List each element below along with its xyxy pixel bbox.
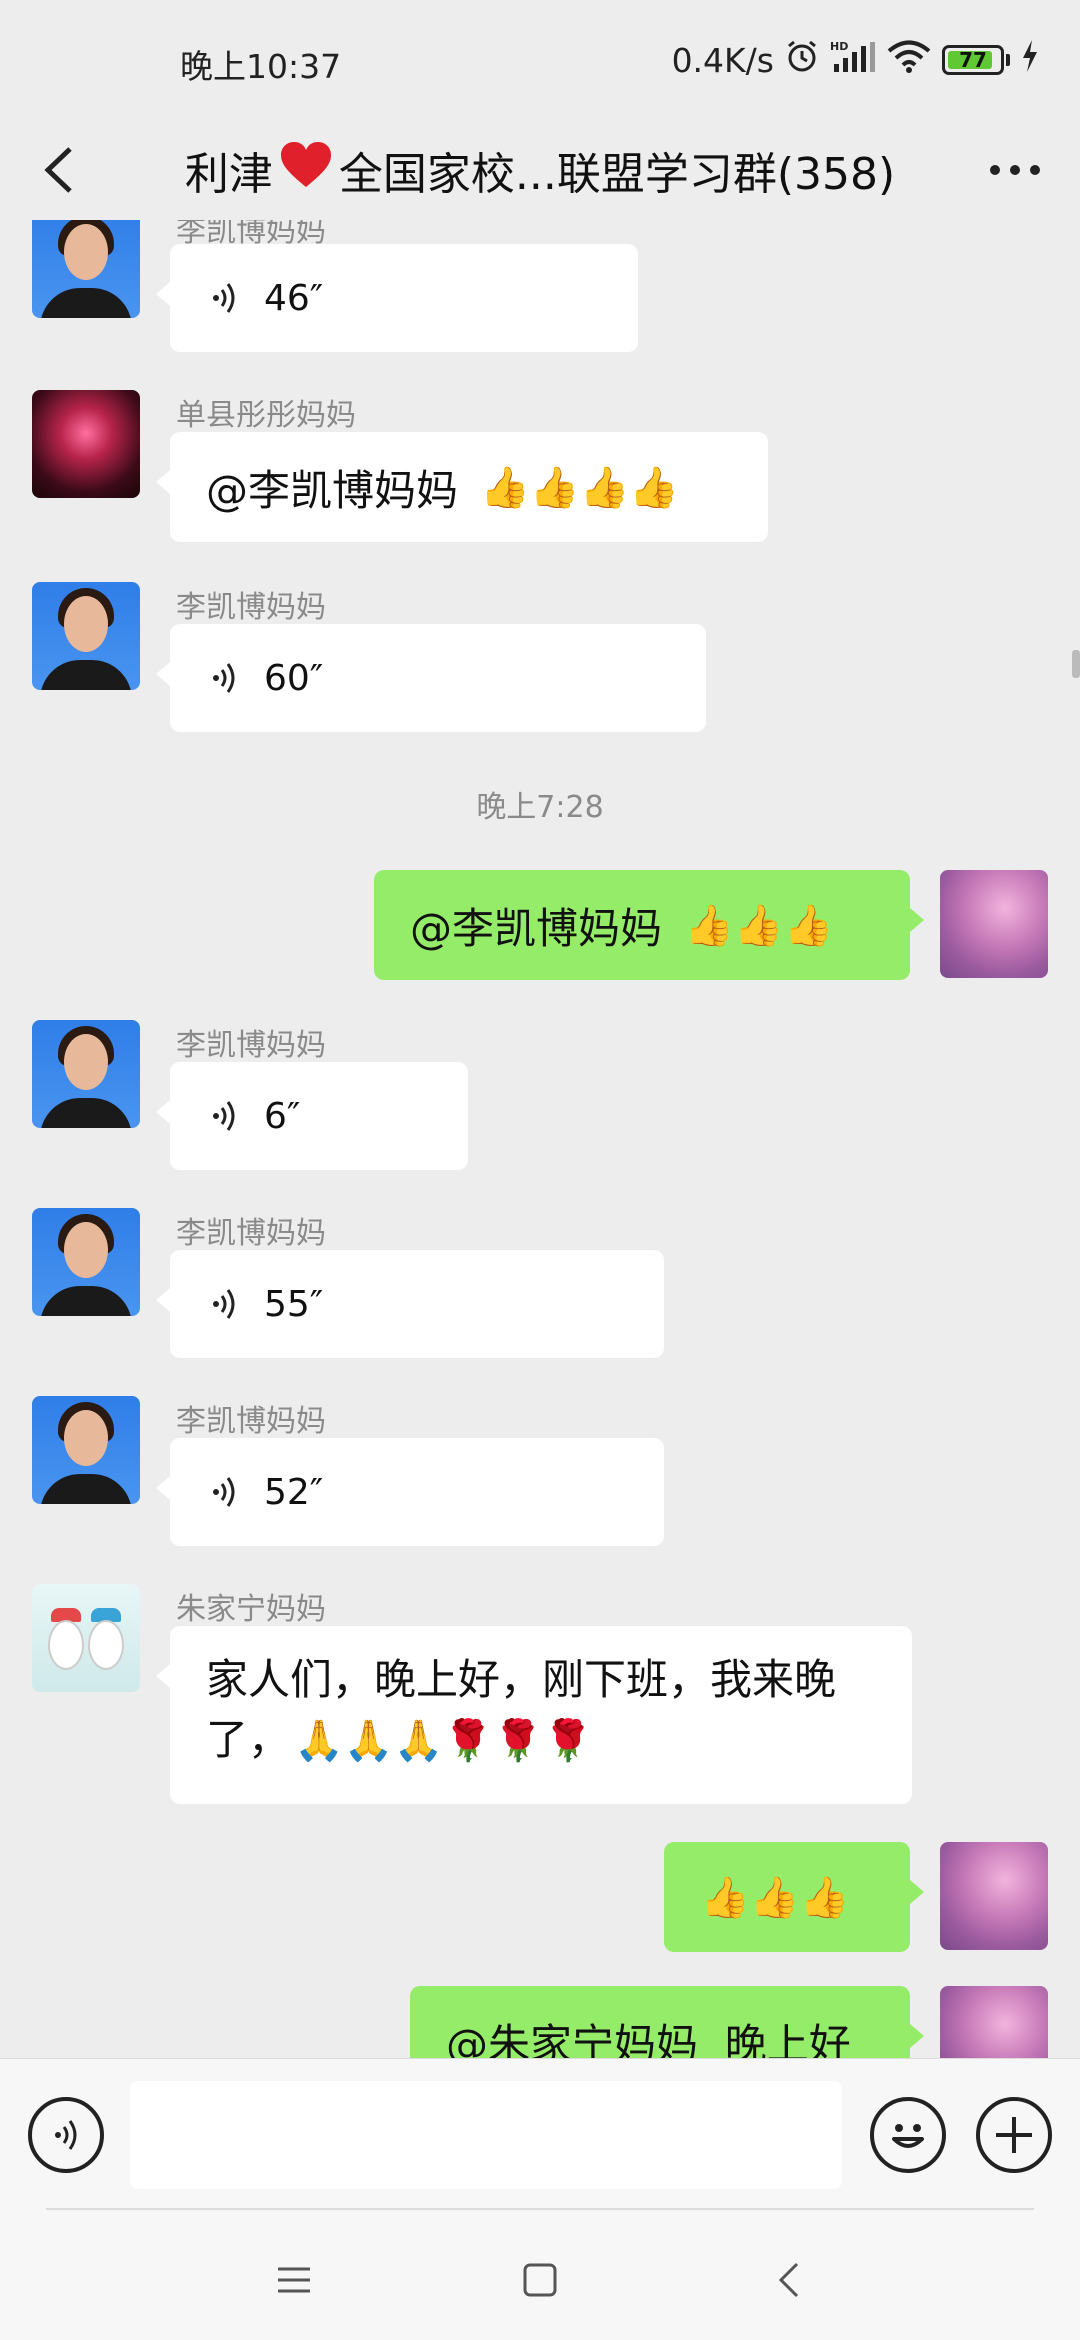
voice-message-bubble[interactable]: 46″	[156, 244, 638, 352]
svg-text:HD: HD	[830, 40, 848, 53]
message-text: @李凯博妈妈	[206, 465, 459, 515]
add-button[interactable]	[976, 2097, 1052, 2173]
battery-level: 77	[959, 48, 987, 72]
chat-message-list[interactable]: 李凯博妈妈 46″ 单县彤彤妈妈 @李凯博妈妈 👍👍👍👍 李凯博妈妈 60″ 晚…	[0, 220, 1080, 2058]
voice-duration: 6″	[264, 1095, 301, 1137]
avatar[interactable]	[940, 1842, 1048, 1950]
sender-name: 单县彤彤妈妈	[176, 398, 356, 433]
emoji-button[interactable]	[870, 2097, 946, 2173]
sender-name: 朱家宁妈妈	[176, 1592, 326, 1627]
message-item: 李凯博妈妈 52″	[0, 1386, 1080, 1566]
plus-icon	[996, 2117, 1032, 2153]
system-back-icon	[778, 2262, 799, 2298]
voice-duration: 46″	[264, 277, 324, 319]
avatar[interactable]	[32, 390, 140, 498]
thumbs-up-emoji: 👍👍👍	[700, 1874, 850, 1921]
voice-message-bubble[interactable]: 52″	[156, 1438, 664, 1546]
message-item: 李凯博妈妈 55″	[0, 1198, 1080, 1378]
charging-icon	[1020, 38, 1040, 82]
message-text-line: 家人们，晚上好，刚下班，我来晚	[206, 1655, 837, 1704]
chat-header: 利津 全国家校...联盟学习群(358)	[0, 120, 1080, 220]
status-time: 晚上10:37	[180, 47, 342, 86]
message-item: 单县彤彤妈妈 @李凯博妈妈 👍👍👍👍	[0, 380, 1080, 560]
back-button[interactable]	[30, 140, 90, 200]
sender-name: 李凯博妈妈	[176, 1404, 326, 1439]
avatar[interactable]	[32, 220, 140, 318]
input-bar	[0, 2058, 1080, 2210]
alarm-icon	[784, 38, 820, 82]
avatar[interactable]	[32, 582, 140, 690]
voice-input-button[interactable]	[28, 2097, 104, 2173]
text-message-bubble[interactable]: 家人们，晚上好，刚下班，我来晚 了， 🙏🙏🙏🌹🌹🌹	[156, 1626, 912, 1804]
home-square-icon	[523, 2263, 557, 2297]
message-item: 李凯博妈妈 6″	[0, 1010, 1080, 1190]
voice-message-bubble[interactable]: 60″	[156, 624, 706, 732]
message-item: @朱家宁妈妈 晚上好	[0, 1976, 1080, 2058]
battery-icon: 77	[942, 45, 1004, 75]
avatar[interactable]	[32, 1208, 140, 1316]
voice-wave-icon	[213, 663, 235, 693]
text-message-bubble[interactable]: @李凯博妈妈 👍👍👍	[374, 870, 924, 980]
timestamp: 晚上7:28	[476, 790, 604, 825]
avatar[interactable]	[32, 1020, 140, 1128]
emoji-message-bubble[interactable]: 👍👍👍	[664, 1842, 924, 1952]
text-message-bubble[interactable]: @李凯博妈妈 👍👍👍👍	[156, 432, 768, 542]
scrollbar-thumb[interactable]	[1072, 650, 1080, 678]
chat-title-suffix: 全国家校...联盟学习群(358)	[338, 149, 896, 200]
voice-wave-icon	[213, 1101, 235, 1131]
avatar[interactable]	[940, 1986, 1048, 2058]
menu-button[interactable]	[264, 2250, 324, 2310]
status-icons: 0.4K/s HD 77	[672, 38, 1040, 82]
pray-rose-emoji: 🙏🙏🙏🌹🌹🌹	[294, 1718, 593, 1764]
avatar[interactable]	[32, 1584, 140, 1692]
heart-icon	[279, 141, 333, 200]
message-text: @朱家宁妈妈 晚上好	[446, 2019, 851, 2059]
message-item: 朱家宁妈妈 家人们，晚上好，刚下班，我来晚 了， 🙏🙏🙏🌹🌹🌹	[0, 1574, 1080, 1824]
chat-title: 利津 全国家校...联盟学习群(358)	[150, 130, 930, 210]
system-navigation-bar	[0, 2210, 1080, 2340]
network-speed: 0.4K/s	[671, 40, 774, 80]
signal-icon: HD	[830, 38, 876, 82]
chat-title-prefix: 利津	[184, 149, 273, 200]
voice-duration: 52″	[264, 1471, 324, 1513]
emoji-icon	[892, 2124, 924, 2148]
sender-name: 李凯博妈妈	[176, 1028, 326, 1063]
home-button[interactable]	[510, 2250, 570, 2310]
avatar[interactable]	[940, 870, 1048, 978]
more-dots-icon	[990, 165, 1000, 175]
thumbs-up-emoji: 👍👍👍👍	[480, 464, 680, 511]
voice-input-icon	[55, 2120, 77, 2150]
sender-name: 李凯博妈妈	[176, 1216, 326, 1251]
voice-message-bubble[interactable]: 55″	[156, 1250, 664, 1358]
text-message-bubble[interactable]: @朱家宁妈妈 晚上好	[410, 1986, 924, 2059]
sender-name: 李凯博妈妈	[176, 590, 326, 625]
message-item: 👍👍👍	[0, 1832, 1080, 1962]
back-chevron-icon	[44, 147, 72, 193]
voice-duration: 55″	[264, 1283, 324, 1325]
more-button[interactable]	[980, 140, 1050, 200]
thumbs-up-emoji: 👍👍👍	[684, 902, 834, 949]
menu-icon	[278, 2267, 310, 2293]
message-text-line: 了，	[206, 1715, 291, 1764]
message-item: @李凯博妈妈 👍👍👍	[0, 860, 1080, 990]
system-back-button[interactable]	[760, 2250, 820, 2310]
voice-wave-icon	[213, 1477, 235, 1507]
avatar[interactable]	[32, 1396, 140, 1504]
voice-duration: 60″	[264, 657, 324, 699]
wifi-icon	[886, 38, 932, 82]
voice-wave-icon	[213, 1289, 235, 1319]
voice-message-bubble[interactable]: 6″	[156, 1062, 468, 1170]
message-text: @李凯博妈妈	[410, 903, 663, 953]
status-bar: 晚上10:37 0.4K/s HD 77	[0, 0, 1080, 120]
message-input[interactable]	[130, 2081, 842, 2189]
message-item: 李凯博妈妈 60″	[0, 572, 1080, 752]
message-item: 李凯博妈妈 46″	[0, 220, 1080, 360]
voice-wave-icon	[213, 283, 235, 313]
